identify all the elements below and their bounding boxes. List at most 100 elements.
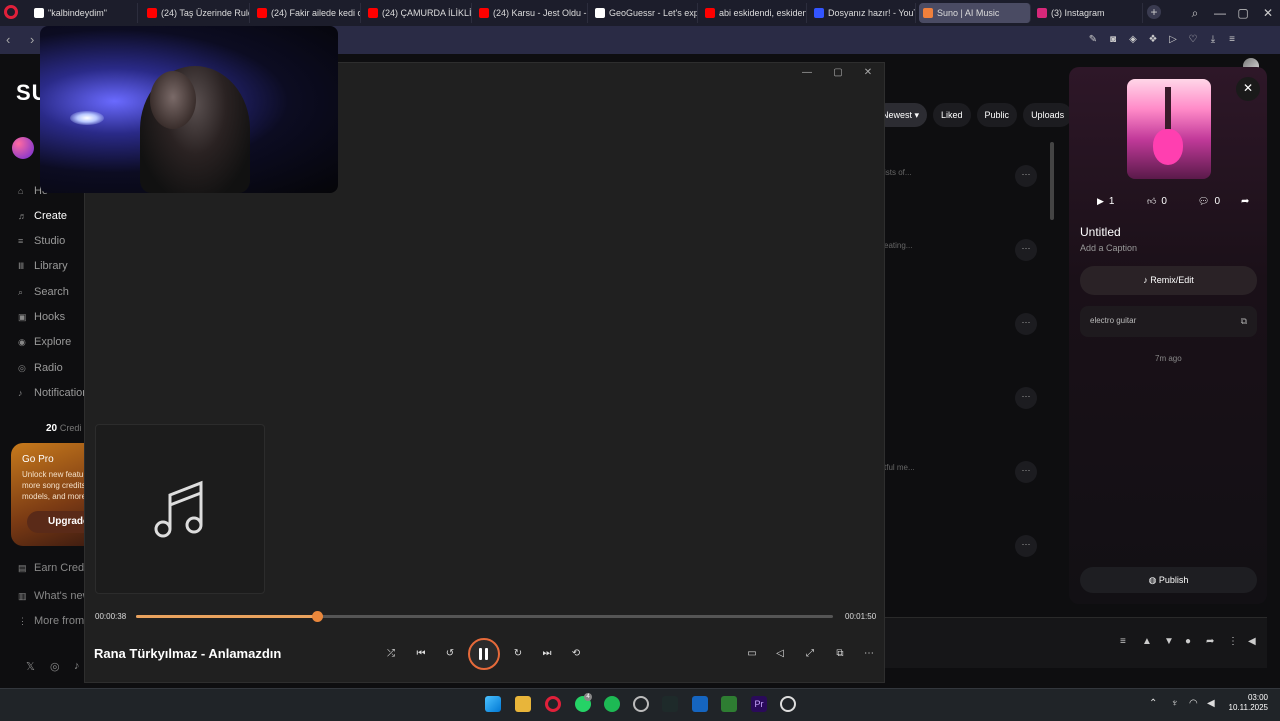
publish-button[interactable]: ◍ Publish — [1080, 567, 1257, 593]
file-explorer-icon[interactable] — [515, 696, 531, 712]
row-more-button[interactable]: ··· — [1015, 535, 1037, 557]
volume-icon[interactable]: ◀ — [1248, 636, 1256, 647]
app-icon[interactable] — [721, 696, 737, 712]
sidebar-item[interactable]: ⌕ Search — [18, 286, 69, 298]
start-icon[interactable] — [485, 696, 501, 712]
browser-tab[interactable]: "kalbindeydim" — [30, 3, 138, 23]
sidebar-item[interactable]: ♪ Notification — [18, 387, 88, 399]
sidebar-footer-item[interactable]: ▤ Earn Credi — [18, 562, 87, 574]
like-count[interactable]: 👍︎ 0 — [1147, 196, 1167, 207]
maximize-window-button[interactable]: ▢ — [1231, 3, 1255, 23]
comment-icon[interactable]: ● — [1185, 636, 1191, 647]
fullscreen-icon[interactable]: ⤢ — [802, 646, 818, 662]
thumbs-up-icon[interactable]: ▲ — [1142, 636, 1152, 647]
rewind-10-icon[interactable]: ↺ — [442, 646, 458, 662]
pause-button[interactable] — [468, 638, 500, 670]
repeat-off-icon[interactable]: ⟲ — [568, 646, 584, 662]
tiktok-icon[interactable]: ♪ — [74, 660, 80, 672]
browser-tab[interactable]: (24) Taş Üzerinde Rulo Kö — [143, 3, 250, 23]
browser-tab[interactable]: GeoGuessr - Let's explore — [591, 3, 698, 23]
song-caption[interactable]: Add a Caption — [1080, 243, 1137, 253]
browser-tab[interactable]: Suno | AI Music — [919, 3, 1031, 23]
total-duration: 00:01:50 — [845, 612, 877, 621]
list-scrollbar[interactable] — [1050, 142, 1054, 220]
row-more-button[interactable]: ··· — [1015, 313, 1037, 335]
download-icon[interactable]: ⤓ — [1207, 34, 1219, 46]
minimize-window-button[interactable]: — — [1208, 3, 1232, 23]
copy-icon[interactable]: ⧉ — [1241, 316, 1247, 327]
captions-icon[interactable]: ▭ — [744, 646, 760, 662]
seek-bar[interactable] — [136, 611, 833, 622]
browser-tab[interactable]: (24) Fakir ailede kedi olm — [253, 3, 361, 23]
tray-chevron-icon[interactable]: ⌃ — [1149, 698, 1157, 709]
sidebar-item[interactable]: ♬ Create — [18, 210, 67, 222]
more-options-icon[interactable]: ⋮ — [1228, 636, 1238, 647]
thumbs-down-icon[interactable]: ▼ — [1164, 636, 1174, 647]
sidebar-item[interactable]: ≡ Studio — [18, 235, 65, 247]
player-maximize-button[interactable]: ▢ — [831, 67, 845, 78]
next-track-icon[interactable]: ⏭︎ — [539, 646, 555, 662]
opera-taskbar-icon[interactable] — [545, 696, 561, 712]
close-window-button[interactable]: ✕ — [1256, 3, 1280, 23]
player-minimize-button[interactable]: — — [800, 67, 814, 78]
user-avatar[interactable] — [12, 137, 34, 159]
extension-icon[interactable]: ❖ — [1147, 34, 1159, 46]
sidebar-item[interactable]: ◉ Explore — [18, 336, 71, 348]
share-icon[interactable]: ➦ — [1241, 196, 1249, 207]
terminal-icon[interactable] — [662, 696, 678, 712]
browser-tab[interactable]: Dosyanız hazır! - YouTub — [810, 3, 916, 23]
row-more-button[interactable]: ··· — [1015, 387, 1037, 409]
browser-tab[interactable]: (3) Instagram — [1033, 3, 1143, 23]
browser-tab[interactable]: abi eskidendi, eskiden! - Y — [701, 3, 807, 23]
media-player-taskbar-icon[interactable] — [780, 696, 796, 712]
heart-icon[interactable]: ♡ — [1187, 34, 1199, 46]
previous-track-icon[interactable]: ⏮︎ — [413, 646, 429, 662]
volume-icon[interactable]: ◁ — [772, 646, 788, 662]
comment-count[interactable]: 💬︎ 0 — [1198, 196, 1220, 207]
x-icon[interactable]: 𝕏 — [26, 660, 35, 673]
sidebar-item[interactable]: ◎ Radio — [18, 362, 63, 374]
search-tabs-icon[interactable]: ⌕ — [1183, 3, 1207, 23]
row-more-button[interactable]: ··· — [1015, 239, 1037, 261]
sidebar-footer-item[interactable]: ▥ What's new — [18, 590, 91, 602]
speaker-icon[interactable]: ◀ — [1207, 698, 1215, 709]
shield-icon[interactable]: ◈ — [1127, 34, 1139, 46]
player-icon[interactable]: ▷ — [1167, 34, 1179, 46]
filter-pill[interactable]: Uploads — [1023, 103, 1073, 127]
forward-arrow-icon[interactable]: › — [30, 32, 34, 47]
play-count[interactable]: ▶ 1 — [1097, 196, 1114, 207]
system-clock[interactable]: 03:00 10.11.2025 — [1226, 693, 1268, 713]
sidebar-item[interactable]: ▣ Hooks — [18, 311, 65, 323]
menu-icon[interactable]: ≡ — [1226, 34, 1238, 46]
camera-icon[interactable]: ◙ — [1107, 34, 1119, 46]
instagram-icon[interactable]: ◎ — [50, 660, 60, 673]
microphone-icon[interactable]: ♆ — [1171, 698, 1179, 709]
back-arrow-icon[interactable]: ‹ — [6, 32, 10, 47]
shuffle-icon[interactable]: ⤮ — [383, 646, 399, 662]
filter-pill[interactable]: Liked — [933, 103, 971, 127]
player-more-icon[interactable]: ⋯ — [861, 646, 877, 662]
wifi-icon[interactable]: ◠ — [1189, 698, 1198, 709]
spotify-icon[interactable] — [604, 696, 620, 712]
row-more-button[interactable]: ··· — [1015, 461, 1037, 483]
mini-player-icon[interactable]: ⧉ — [832, 646, 848, 662]
close-panel-button[interactable]: ✕ — [1236, 77, 1260, 101]
share-icon[interactable]: ➦ — [1206, 636, 1214, 647]
browser-tab[interactable]: (24) ÇAMURDA İLİKLİ DA — [364, 3, 472, 23]
opera-logo-icon[interactable] — [4, 5, 18, 19]
forward-30-icon[interactable]: ↻ — [510, 646, 526, 662]
filter-pill[interactable]: Public — [976, 103, 1018, 127]
chrome-icon[interactable] — [633, 696, 649, 712]
queue-icon[interactable]: ≡ — [1120, 636, 1126, 647]
row-more-button[interactable]: ··· — [1015, 165, 1037, 187]
sidebar-item[interactable]: Ⅲ Library — [18, 260, 68, 272]
edit-icon[interactable]: ✎ — [1087, 34, 1099, 46]
sidebar-footer-item[interactable]: ⋮ More from — [18, 615, 84, 627]
browser-tab[interactable]: (24) Karsu - Jest Oldu - Y — [475, 3, 588, 23]
outlook-icon[interactable] — [692, 696, 708, 712]
song-title[interactable]: Untitled — [1080, 225, 1121, 239]
remix-edit-button[interactable]: ♪ Remix/Edit — [1080, 266, 1257, 295]
new-tab-button[interactable]: + — [1147, 5, 1161, 19]
premiere-icon[interactable]: Pr — [751, 696, 767, 712]
player-close-button[interactable]: ✕ — [861, 67, 875, 78]
